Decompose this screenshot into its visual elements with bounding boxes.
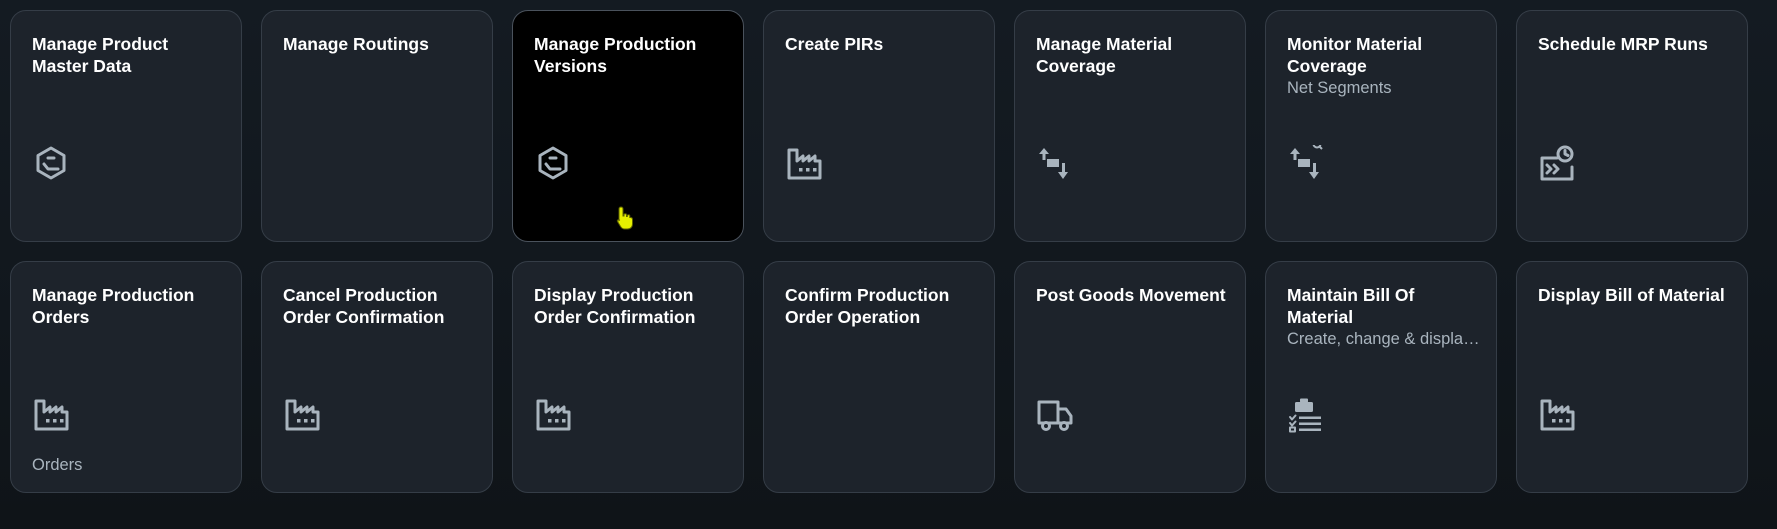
material-flow-icon: [1036, 145, 1074, 183]
tile-title: Create PIRs: [785, 34, 884, 54]
tile-grid: Manage Product Master Data Manage Routin…: [10, 10, 1748, 493]
tile-manage-material-coverage[interactable]: Manage Material Coverage: [1014, 10, 1246, 242]
tile-title: Manage Product Master Data: [32, 34, 169, 76]
bom-checklist-icon: [1287, 396, 1325, 434]
tile-title: Display Bill of Material: [1538, 285, 1725, 305]
tile-title: Monitor Material Coverage: [1287, 34, 1423, 76]
tile-title: Schedule MRP Runs: [1538, 34, 1708, 54]
tile-post-goods-movement[interactable]: Post Goods Movement: [1014, 261, 1246, 493]
tile-title: Manage Routings: [283, 34, 429, 54]
product-hexagon-icon: [32, 145, 70, 183]
truck-icon: [1036, 396, 1074, 434]
tile-title: Post Goods Movement: [1036, 285, 1226, 305]
factory-icon: [1538, 396, 1576, 434]
pointer-cursor-icon: [614, 205, 636, 231]
factory-icon: [283, 396, 321, 434]
tile-confirm-production-order-operation[interactable]: Confirm Production Order Operation: [763, 261, 995, 493]
factory-icon: [785, 145, 823, 183]
tile-maintain-bill-of-material[interactable]: Maintain Bill Of Material Create, change…: [1265, 261, 1497, 493]
tile-title: Confirm Production Order Operation: [785, 285, 950, 327]
tile-create-pirs[interactable]: Create PIRs: [763, 10, 995, 242]
tile-footer: Orders: [32, 456, 83, 474]
tile-display-production-order-confirmation[interactable]: Display Production Order Confirmation: [512, 261, 744, 493]
tile-schedule-mrp-runs[interactable]: Schedule MRP Runs: [1516, 10, 1748, 242]
tile-manage-production-orders[interactable]: Manage Production Orders Orders: [10, 261, 242, 493]
tile-title: Manage Production Orders: [32, 285, 195, 327]
tile-title: Maintain Bill Of Material: [1287, 285, 1415, 327]
tile-title: Manage Production Versions: [534, 34, 697, 76]
tile-monitor-material-coverage[interactable]: Monitor Material Coverage Net Segments: [1265, 10, 1497, 242]
factory-icon: [32, 396, 70, 434]
tile-title: Display Production Order Confirmation: [534, 285, 696, 327]
material-flow-search-icon: [1287, 145, 1325, 183]
tile-title: Cancel Production Order Confirmation: [283, 285, 445, 327]
tile-manage-production-versions[interactable]: Manage Production Versions: [512, 10, 744, 242]
tile-manage-product-master-data[interactable]: Manage Product Master Data: [10, 10, 242, 242]
factory-icon: [534, 396, 572, 434]
tile-subtitle: Create, change & display BOMs: [1287, 330, 1482, 348]
tile-manage-routings[interactable]: Manage Routings: [261, 10, 493, 242]
tile-subtitle: Net Segments: [1287, 79, 1392, 97]
schedule-run-icon: [1538, 145, 1576, 183]
tile-cancel-production-order-confirmation[interactable]: Cancel Production Order Confirmation: [261, 261, 493, 493]
tile-title: Manage Material Coverage: [1036, 34, 1173, 76]
product-hexagon-icon: [534, 145, 572, 183]
tile-display-bill-of-material[interactable]: Display Bill of Material: [1516, 261, 1748, 493]
